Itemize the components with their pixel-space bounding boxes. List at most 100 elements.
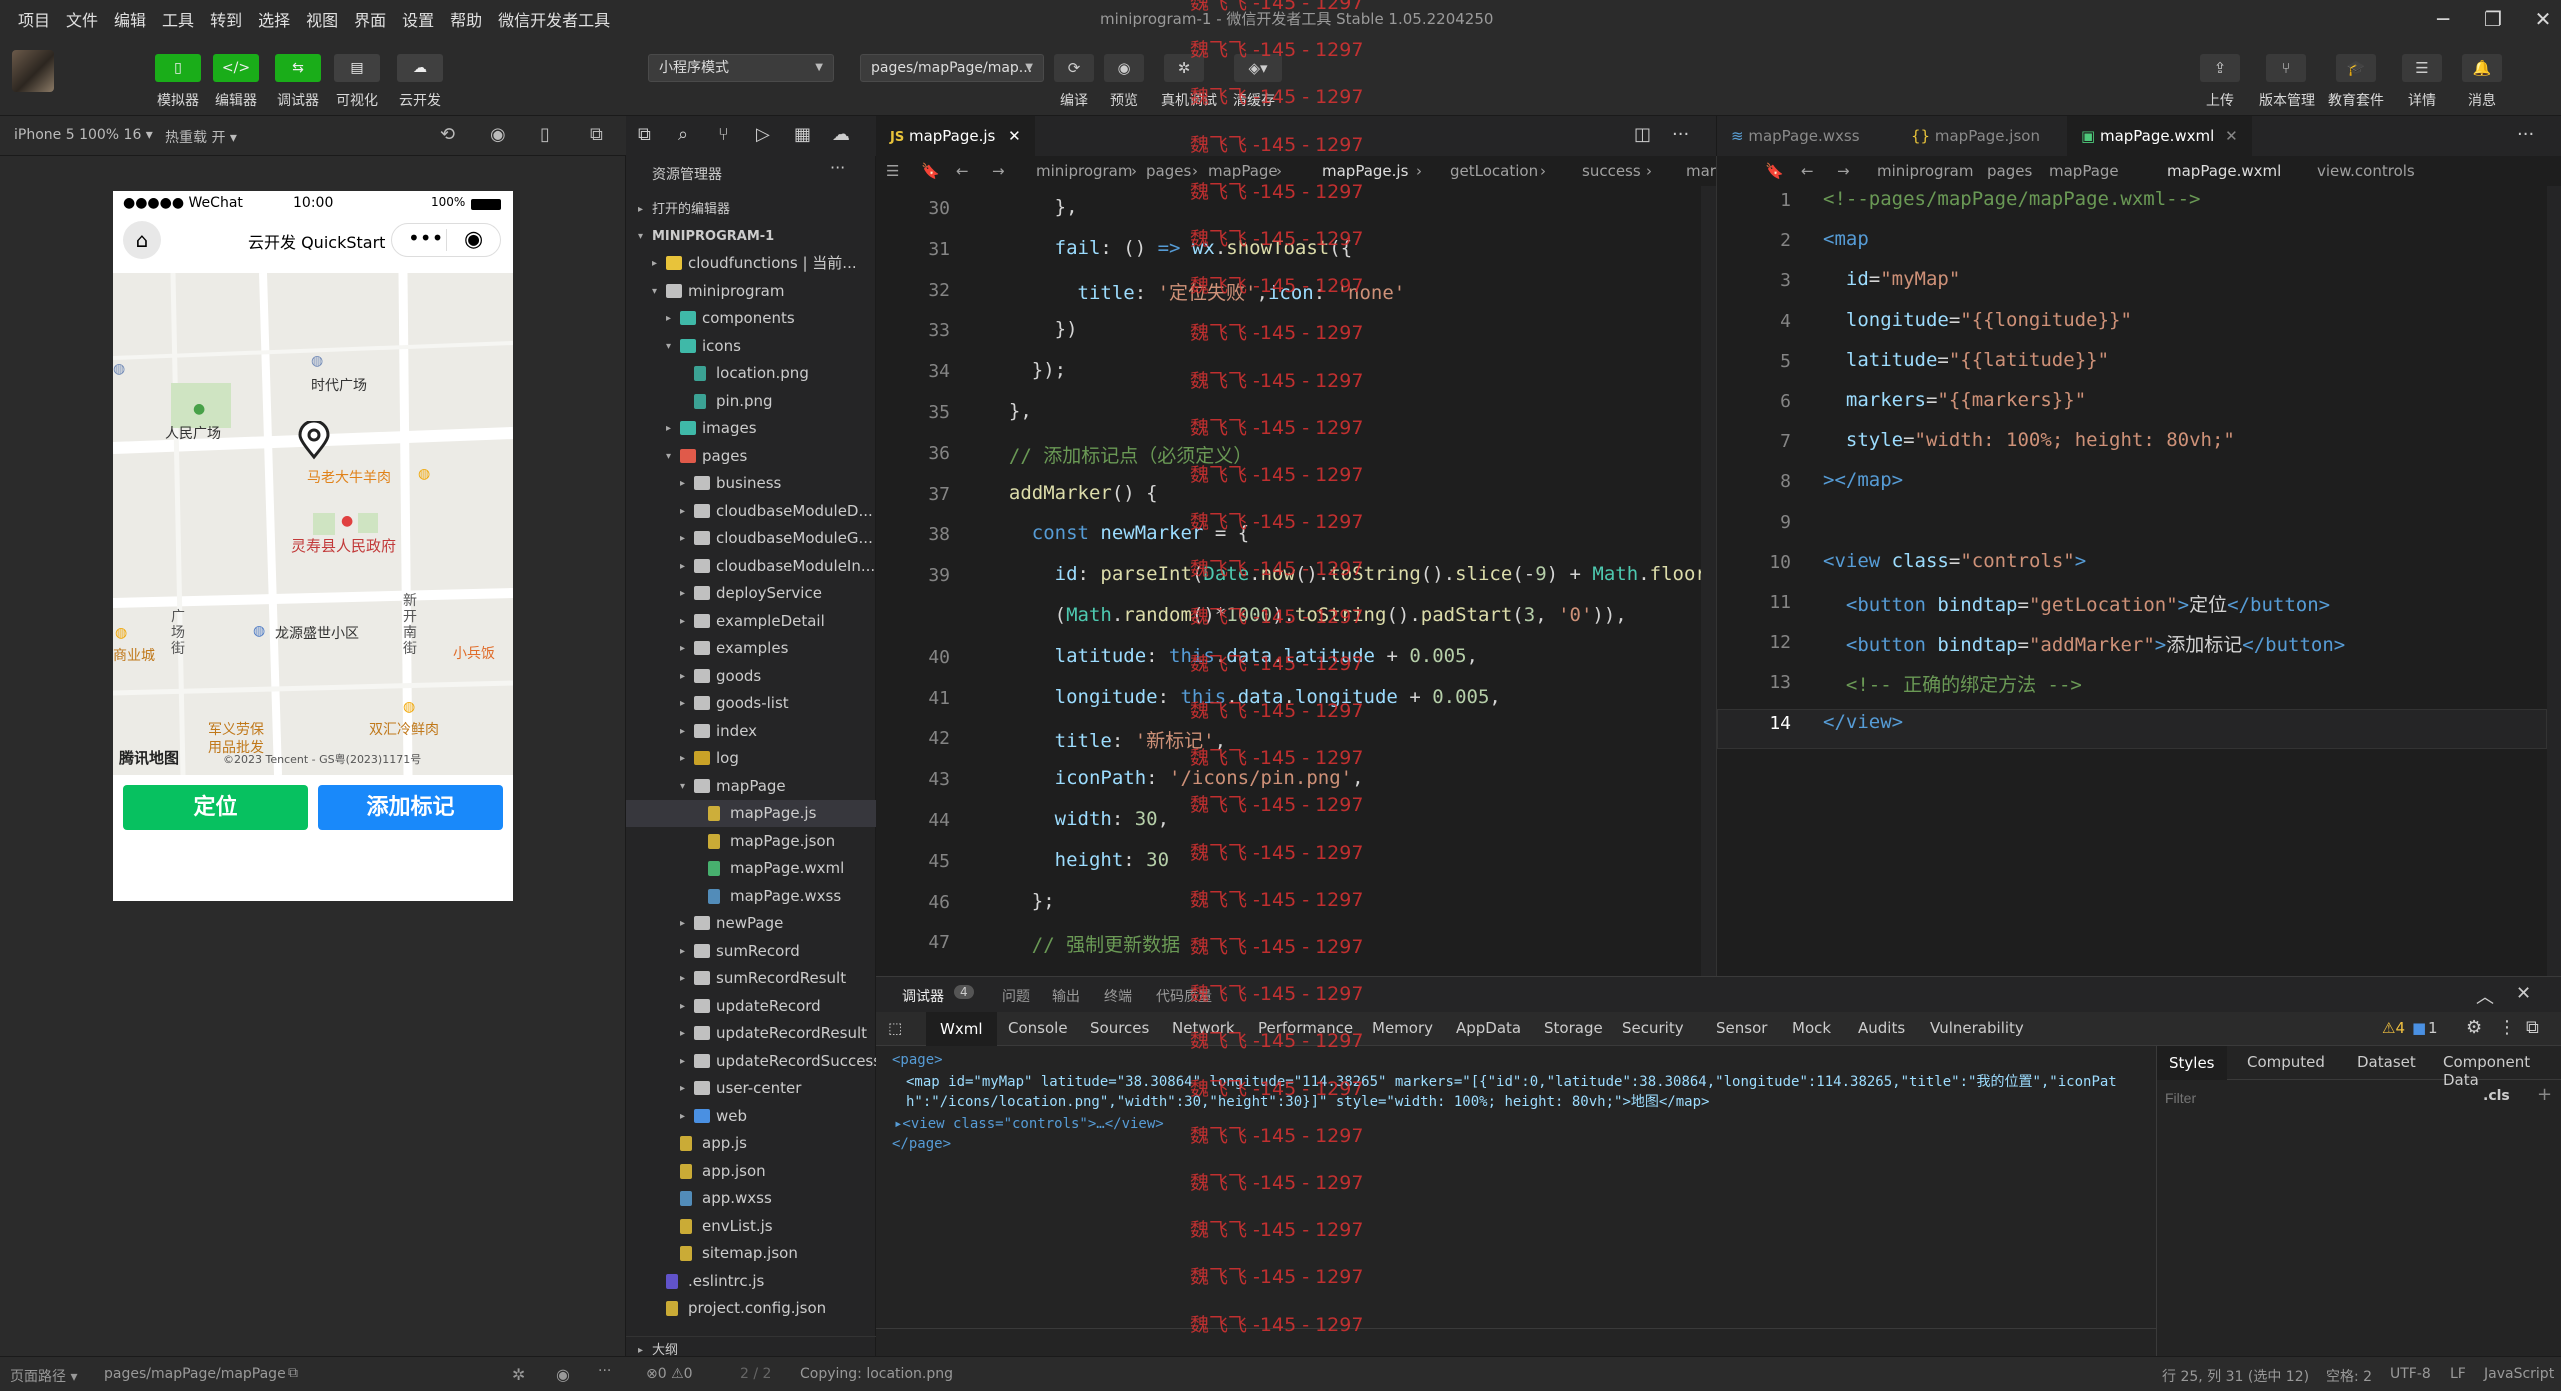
- section-open-editors[interactable]: ▸ 打开的编辑器: [626, 196, 876, 223]
- menu-item-tools[interactable]: 工具: [154, 7, 202, 31]
- tab-mappage-json[interactable]: {} mapPage.json: [1897, 116, 2054, 156]
- visual-toggle-button[interactable]: ▤: [334, 54, 380, 82]
- tree-item[interactable]: ▾ miniprogram: [626, 278, 876, 305]
- details-button[interactable]: ☰: [2402, 54, 2442, 82]
- tree-item[interactable]: ▸ web: [626, 1103, 876, 1130]
- dock-icon[interactable]: ⧉: [2526, 1017, 2539, 1038]
- code-editor-right[interactable]: 1 <!--pages/mapPage/mapPage.wxml--> 2 <map 3…: [1716, 186, 2561, 976]
- close-icon[interactable]: ✕: [2225, 127, 2238, 145]
- back-icon[interactable]: ←: [1801, 156, 1814, 186]
- minimize-icon[interactable]: ─: [2430, 6, 2456, 32]
- crumb-4[interactable]: view.controls: [2317, 156, 2415, 186]
- device-select[interactable]: iPhone 5 100% 16 ▾: [14, 127, 153, 143]
- tree-item[interactable]: ▸ goods-list: [626, 690, 876, 717]
- tree-item[interactable]: ▸ log: [626, 745, 876, 772]
- add-icon[interactable]: +: [2537, 1084, 2552, 1105]
- tree-item[interactable]: ▸ goods: [626, 663, 876, 690]
- crumb-0[interactable]: miniprogram: [1877, 156, 1973, 186]
- debugger-toggle-button[interactable]: ⇆: [275, 54, 321, 82]
- styles-filter-input[interactable]: [2165, 1086, 2465, 1110]
- tree-item[interactable]: mapPage.json: [626, 828, 876, 855]
- list-icon[interactable]: ☰: [886, 156, 899, 186]
- tree-item[interactable]: ▸ images: [626, 415, 876, 442]
- close-icon[interactable]: ✕: [1008, 127, 1021, 145]
- cloud-dev-button[interactable]: ☁: [397, 54, 443, 82]
- tab-mappage-wxss[interactable]: ≋ mapPage.wxss: [1717, 116, 1874, 156]
- bookmark-icon[interactable]: 🔖: [921, 156, 940, 186]
- page-path-label[interactable]: 页面路径 ▾: [10, 1366, 77, 1386]
- menu-item-file[interactable]: 文件: [58, 7, 106, 31]
- debug-icon[interactable]: ▷: [756, 124, 770, 145]
- bookmark-icon[interactable]: 🔖: [1765, 156, 1784, 186]
- close-icon[interactable]: ✕: [2516, 983, 2531, 1004]
- cls-toggle[interactable]: .cls: [2483, 1088, 2510, 1104]
- simulator-toggle-button[interactable]: ▯: [155, 54, 201, 82]
- tree-item[interactable]: ▸ business: [626, 470, 876, 497]
- tree-item[interactable]: ▾ pages: [626, 443, 876, 470]
- version-button[interactable]: ⑂: [2266, 54, 2306, 82]
- tab-mappage-js[interactable]: JS mapPage.js ✕: [876, 116, 1035, 156]
- tree-item[interactable]: ▸ index: [626, 718, 876, 745]
- menu-item-view[interactable]: 视图: [298, 7, 346, 31]
- location-pin-icon[interactable]: [296, 421, 332, 461]
- more-icon[interactable]: •••: [408, 226, 443, 250]
- crumb-1[interactable]: pages: [1987, 156, 2032, 186]
- tree-item[interactable]: pin.png: [626, 388, 876, 415]
- tab-wxml[interactable]: Wxml: [926, 1012, 997, 1046]
- tab-problems[interactable]: 问题: [1002, 986, 1030, 1006]
- tree-item[interactable]: ▸ components: [626, 305, 876, 332]
- crumb-5[interactable]: success: [1582, 156, 1641, 186]
- mode-select[interactable]: 小程序模式 ▼: [648, 54, 834, 82]
- tree-item[interactable]: location.png: [626, 360, 876, 387]
- dom-node-page[interactable]: <page>: [892, 1052, 943, 1068]
- extensions-icon[interactable]: ▦: [794, 124, 811, 145]
- tree-item[interactable]: mapPage.js: [626, 800, 876, 827]
- tree-item[interactable]: project.config.json: [626, 1295, 876, 1322]
- tab-computed[interactable]: Computed: [2247, 1053, 2325, 1071]
- tab-output[interactable]: 输出: [1052, 986, 1080, 1006]
- tree-item[interactable]: app.js: [626, 1130, 876, 1157]
- tree-item[interactable]: sitemap.json: [626, 1240, 876, 1267]
- section-project[interactable]: ▾ MINIPROGRAM-1: [626, 223, 876, 250]
- tree-item[interactable]: ▸ updateRecordResult: [626, 1020, 876, 1047]
- preview-button[interactable]: ◉: [1104, 54, 1144, 82]
- phone-icon[interactable]: ▯: [540, 124, 550, 145]
- page-select[interactable]: pages/mapPage/map... ▼: [860, 54, 1044, 82]
- tree-item[interactable]: mapPage.wxss: [626, 883, 876, 910]
- search-icon[interactable]: ⌕: [678, 124, 688, 145]
- tree-item[interactable]: app.json: [626, 1158, 876, 1185]
- menu-item-devtools[interactable]: 微信开发者工具: [490, 7, 618, 31]
- copy-icon[interactable]: ⧉: [288, 1365, 298, 1381]
- hot-reload-toggle[interactable]: 热重载 开 ▾: [165, 127, 237, 147]
- tree-item[interactable]: ▸ cloudbaseModuleD...: [626, 498, 876, 525]
- tree-item[interactable]: ▸ cloudbaseModuleIn...: [626, 553, 876, 580]
- tree-item[interactable]: ▸ sumRecord: [626, 938, 876, 965]
- split-editor-icon[interactable]: ◫: [1634, 124, 1651, 145]
- chevron-up-icon[interactable]: ︿: [2476, 983, 2494, 1009]
- tab-dataset[interactable]: Dataset: [2357, 1053, 2416, 1071]
- tree-item[interactable]: mapPage.wxml: [626, 855, 876, 882]
- tree-item[interactable]: ▸ updateRecord: [626, 993, 876, 1020]
- tab-debugger[interactable]: 调试器: [902, 986, 944, 1006]
- scrollbar[interactable]: [2547, 186, 2561, 976]
- cursor-position[interactable]: 行 25, 列 31 (选中 12): [2162, 1366, 2309, 1386]
- crumb-4[interactable]: getLocation: [1450, 156, 1538, 186]
- bug-icon[interactable]: ✲: [512, 1365, 525, 1384]
- more-icon[interactable]: ···: [1672, 124, 1689, 145]
- more-vertical-icon[interactable]: ⋮: [2498, 1017, 2516, 1038]
- tree-item[interactable]: ▾ mapPage: [626, 773, 876, 800]
- tab-security[interactable]: Security: [1622, 1019, 1684, 1037]
- tab-console[interactable]: Console: [1008, 1019, 1068, 1037]
- eye-icon[interactable]: ◉: [556, 1365, 570, 1384]
- menu-item-edit[interactable]: 编辑: [106, 7, 154, 31]
- tab-vulnerability[interactable]: Vulnerability: [1930, 1019, 2024, 1037]
- forward-icon[interactable]: →: [992, 156, 1005, 186]
- tree-item[interactable]: ▸ updateRecordSuccess: [626, 1048, 876, 1075]
- locate-button[interactable]: 定位: [123, 785, 308, 830]
- messages-button[interactable]: 🔔: [2462, 54, 2502, 82]
- close-circle-icon[interactable]: ◉: [464, 227, 483, 252]
- maximize-icon[interactable]: ❐: [2480, 6, 2506, 32]
- tree-item[interactable]: .eslintrc.js: [626, 1268, 876, 1295]
- menu-item-help[interactable]: 帮助: [442, 7, 490, 31]
- tree-item[interactable]: envList.js: [626, 1213, 876, 1240]
